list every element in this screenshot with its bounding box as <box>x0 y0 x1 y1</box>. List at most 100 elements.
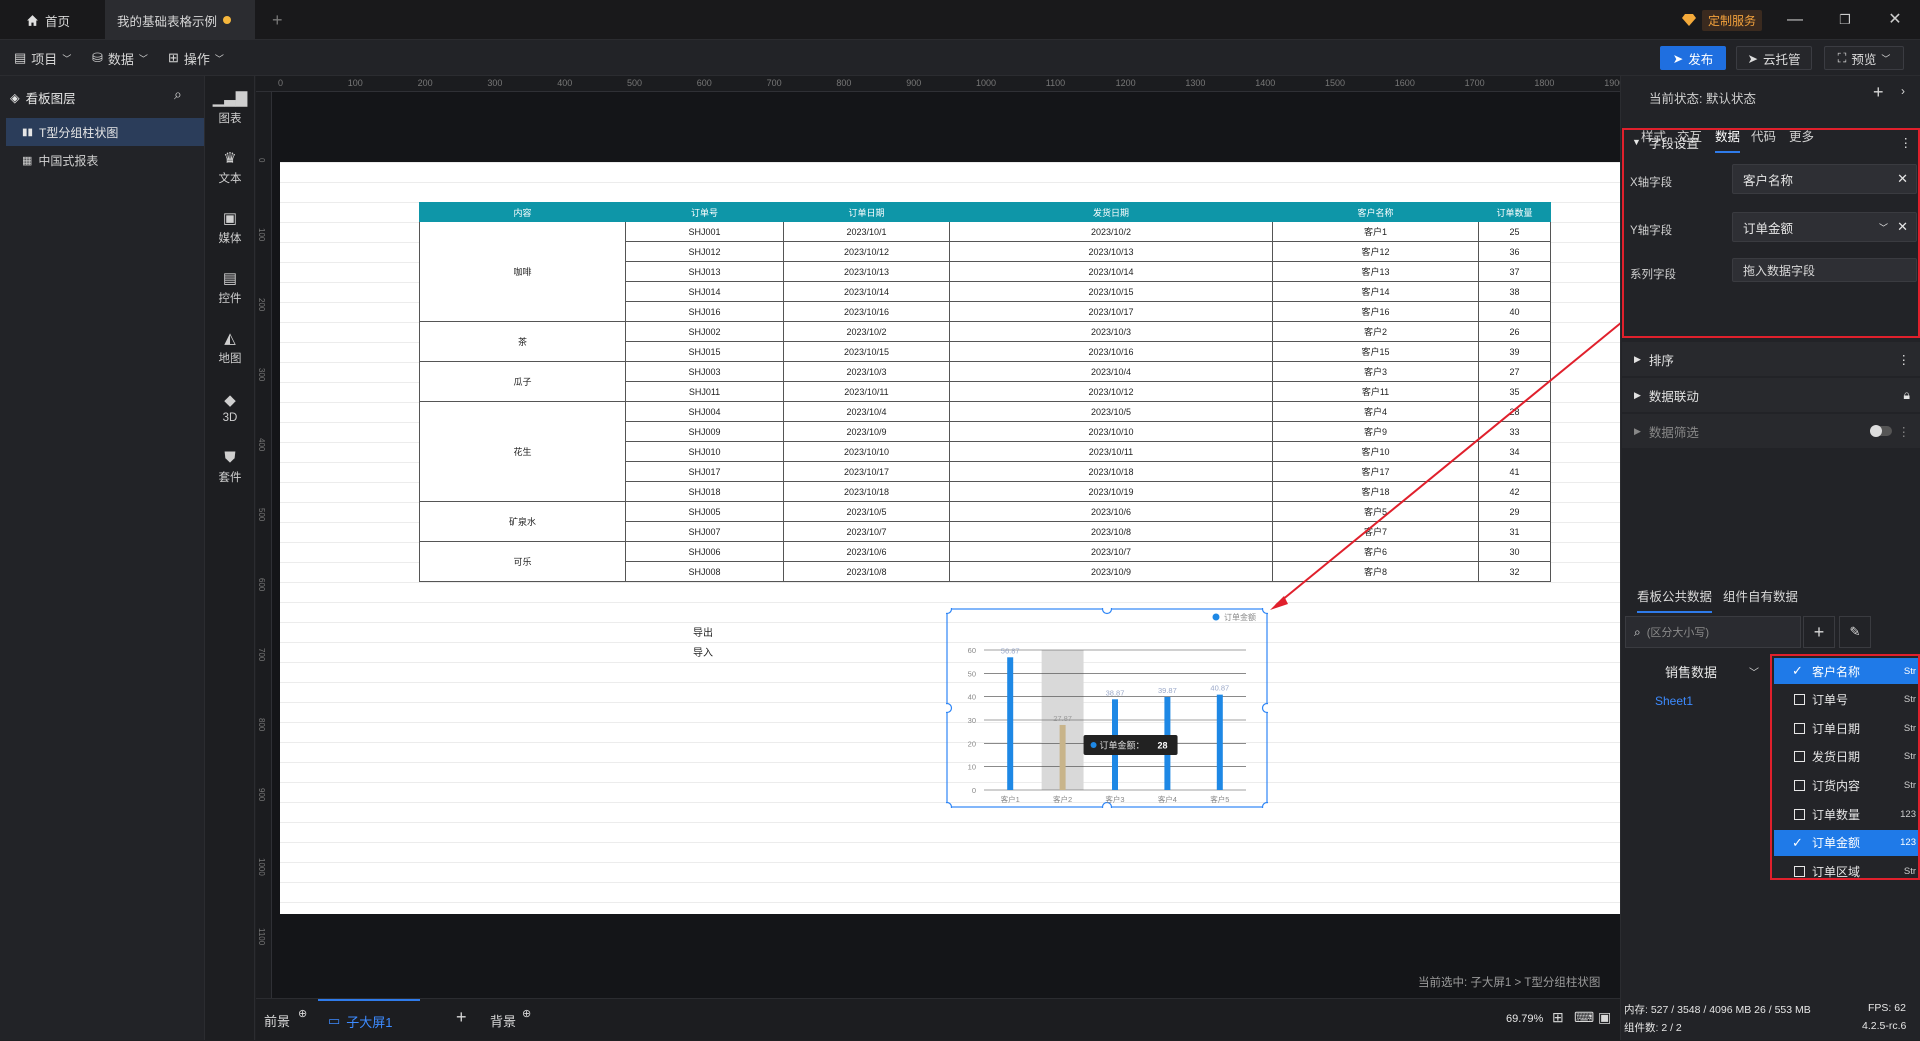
menu-ops[interactable]: ⊞ 操作 ﹀ <box>168 46 224 70</box>
checkbox[interactable] <box>1794 808 1805 820</box>
field-list-item[interactable]: 订单数量 123 <box>1774 801 1918 827</box>
x-field-input[interactable]: 客户名称 ✕ <box>1732 164 1917 194</box>
resize-handle[interactable] <box>1261 702 1273 714</box>
lock-icon[interactable]: 🔒︎ <box>1903 388 1910 403</box>
chevron-down-icon[interactable]: ﹀ <box>1879 221 1888 234</box>
table-cell: 客户11 <box>1272 381 1479 402</box>
zoom-level[interactable]: 69.79% <box>1506 1013 1543 1025</box>
section-linkage[interactable]: ▶ 数据联动 🔒︎ <box>1622 378 1920 412</box>
field-list-item[interactable]: 订单日期 Str <box>1774 715 1918 741</box>
table-cell: SHJ010 <box>625 441 784 462</box>
custom-service-button[interactable]: 定制服务 <box>1682 9 1763 31</box>
search-icon[interactable]: ⌕ <box>174 86 182 103</box>
data-search-input[interactable]: ⌕ (区分大小写) <box>1625 616 1801 648</box>
field-settings-header[interactable]: ▼ 字段设置 ⋮ <box>1624 130 1918 154</box>
menu-data[interactable]: ⛁ 数据 ﹀ <box>92 46 148 70</box>
tab-public-data[interactable]: 看板公共数据 <box>1637 586 1713 613</box>
add-circle-icon[interactable]: ⊕ <box>522 1007 531 1020</box>
ruler-tick-label: 1900 <box>1604 78 1620 88</box>
series-field-input[interactable]: 拖入数据字段 <box>1732 258 1917 282</box>
menu-project[interactable]: ▤ 项目 ﹀ <box>14 46 71 70</box>
more-vertical-icon[interactable]: ⋮ <box>1900 135 1913 150</box>
export-label[interactable]: 导出 <box>693 624 713 639</box>
tab-background-label[interactable]: 背景 <box>490 1011 516 1030</box>
field-list-item[interactable]: ✓ 客户名称 Str <box>1774 658 1918 684</box>
icon-bar-text[interactable]: ♛ 文本 <box>205 142 255 192</box>
add-circle-icon[interactable]: ⊕ <box>298 1007 307 1020</box>
icon-bar-chart[interactable]: ▁▃▇ 图表 <box>205 82 255 132</box>
edit-icon[interactable]: ✎ <box>1839 616 1871 648</box>
field-list-item[interactable]: ✓ 订单金额 123 <box>1774 829 1918 856</box>
table-cell: 40 <box>1478 301 1551 322</box>
minimize-button[interactable]: — <box>1780 8 1810 32</box>
tooltip-value: 28 <box>1158 740 1168 750</box>
more-vertical-icon[interactable]: ⋮ <box>1898 424 1911 439</box>
checkbox[interactable] <box>1794 722 1805 734</box>
resize-handle[interactable] <box>941 702 953 714</box>
field-list-item[interactable]: 订单区域 Str <box>1774 858 1918 884</box>
icon-bar-media[interactable]: ▣ 媒体 <box>205 202 255 252</box>
dataset-label[interactable]: 销售数据 <box>1665 662 1717 681</box>
maximize-button[interactable]: ❐ <box>1830 8 1860 32</box>
checkbox[interactable] <box>1794 779 1805 791</box>
ruler-tick-label: 1400 <box>1255 78 1276 88</box>
icon-bar-control[interactable]: ▤ 控件 <box>205 262 255 312</box>
preview-button[interactable]: ⛶ 预览 ﹀ <box>1824 46 1904 70</box>
table-cell: 27 <box>1478 361 1551 382</box>
toggle-switch[interactable] <box>1870 425 1892 437</box>
field-list-item[interactable]: 订货内容 Str <box>1774 772 1918 798</box>
layer-item-bar-chart[interactable]: ▮▮ T型分组柱状图 <box>6 118 204 146</box>
fit-screen-icon[interactable]: ⊞ <box>1552 1009 1564 1026</box>
field-list-item[interactable]: 发货日期 Str <box>1774 744 1918 770</box>
more-vertical-icon[interactable]: ⋮ <box>1898 352 1911 367</box>
sheet-label[interactable]: Sheet1 <box>1655 694 1693 708</box>
cloud-button[interactable]: ➤ 云托管 <box>1736 46 1812 70</box>
bar-chart[interactable]: 订单金额 0 10 20 30 40 50 60 56.87 客户1 27.87 客户2 38.87 客户… <box>941 603 1273 813</box>
section-filter[interactable]: ▶ 数据筛选 ⋮ <box>1622 414 1920 448</box>
terminal-icon[interactable]: ▣ <box>1598 1009 1611 1026</box>
import-label[interactable]: 导入 <box>693 644 713 659</box>
grid-icon: ⊞ <box>168 50 179 65</box>
checkbox[interactable] <box>1794 865 1805 877</box>
close-button[interactable]: ✕ <box>1880 8 1910 32</box>
report-sheet[interactable]: 内容 订单号 订单日期 发货日期 客户名称 订单数量 咖啡 SHJ001 2023/10/1 20… <box>280 162 1620 914</box>
add-state-button[interactable]: + <box>1873 82 1884 103</box>
resize-handle[interactable] <box>941 603 953 615</box>
close-icon[interactable]: ✕ <box>1897 219 1908 235</box>
tab-front-label[interactable]: 前景 <box>264 1011 290 1030</box>
icon-bar-kit[interactable]: ⛊ 套件 <box>205 442 255 492</box>
section-sort[interactable]: ▶ 排序 ⋮ <box>1622 342 1920 376</box>
tab-own-data[interactable]: 组件自有数据 <box>1723 586 1798 605</box>
add-data-button[interactable]: + <box>1803 616 1835 648</box>
resize-handle[interactable] <box>1261 603 1273 615</box>
checkbox[interactable] <box>1794 694 1805 706</box>
keyboard-icon[interactable]: ⌨ <box>1574 1009 1594 1026</box>
chevron-right-icon[interactable]: › <box>1901 84 1905 98</box>
chevron-down-icon[interactable]: ﹀ <box>1749 664 1759 679</box>
series-field-placeholder: 拖入数据字段 <box>1743 263 1816 278</box>
icon-bar-map[interactable]: ◭ 地图 <box>205 322 255 372</box>
layer-item-label: T型分组柱状图 <box>39 125 119 140</box>
tab-file[interactable]: 我的基础表格示例 <box>105 0 255 40</box>
close-icon[interactable]: ✕ <box>1897 171 1908 187</box>
resize-handle[interactable] <box>941 801 953 813</box>
tab-file-label: 我的基础表格示例 <box>117 14 218 29</box>
field-type-label: Str <box>1903 751 1916 763</box>
table-cell: 32 <box>1478 561 1551 582</box>
bar-chart-widget[interactable]: 订单金额 0 10 20 30 40 50 60 56.87 客户1 27.87 客户2 38.87 客户… <box>941 603 1273 813</box>
y-tick-label: 60 <box>968 646 976 655</box>
new-tab-button[interactable]: + <box>272 10 283 31</box>
checkbox[interactable] <box>1794 751 1805 763</box>
resize-handle[interactable] <box>1261 801 1273 813</box>
resize-handle[interactable] <box>1101 603 1113 615</box>
layer-item-report[interactable]: ▦ 中国式报表 <box>6 146 204 174</box>
publish-button[interactable]: ➤ 发布 <box>1660 46 1726 70</box>
y-field-input[interactable]: 订单金额 ﹀ ✕ <box>1732 212 1917 242</box>
ruler-tick-label: 500 <box>257 508 266 522</box>
tab-sub-screen[interactable]: ▭ 子大屏1 <box>318 999 420 1041</box>
icon-bar-3d[interactable]: ◆ 3D <box>205 382 255 432</box>
ruler-tick-label: 1500 <box>1325 78 1346 88</box>
field-list-item[interactable]: 订单号 Str <box>1774 687 1918 713</box>
add-screen-button[interactable]: + <box>456 1007 467 1028</box>
tab-home[interactable]: 首页 <box>14 0 82 40</box>
